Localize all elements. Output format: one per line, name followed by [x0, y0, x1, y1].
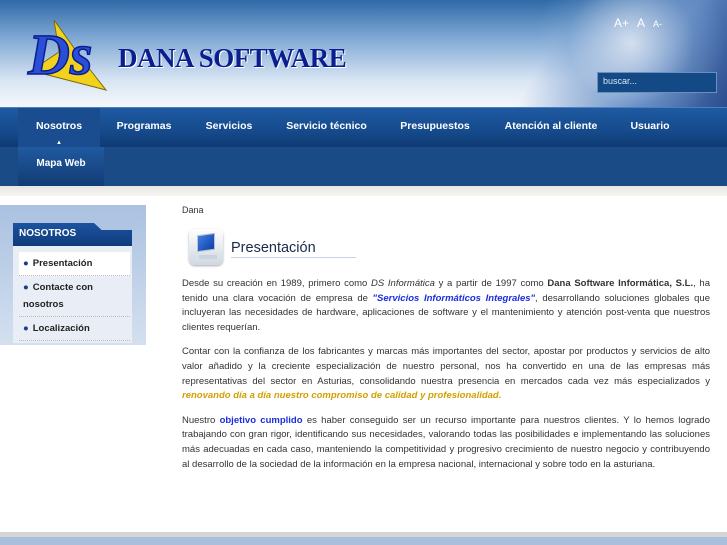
paragraph-objective: Nuestro objetivo cumplido es haber conse…: [182, 414, 710, 472]
sidebar-title: NOSOTROS: [13, 223, 132, 246]
breadcrumb[interactable]: Dana: [182, 205, 710, 215]
sidebar-item-localizacion[interactable]: ● Localización: [19, 317, 130, 341]
nav-usuario[interactable]: Usuario: [624, 108, 676, 148]
sidebar-item-label: Localización: [32, 323, 90, 334]
sidebar-menu: ● Presentación ● Contacte con nosotros ● Lo…: [13, 246, 132, 343]
sidebar-item-contacte[interactable]: ● Contacte con nosotros: [19, 276, 130, 317]
nav-servicio-tecnico[interactable]: Servicio técnico: [280, 108, 373, 148]
text-company-name: Dana Software Informática, S.L.: [547, 278, 694, 289]
brand-name: DANA SOFTWARE: [118, 43, 347, 73]
bullet-icon: ●: [23, 258, 29, 269]
nav-label: Nosotros: [35, 120, 83, 132]
increase-font-button[interactable]: A+: [614, 16, 629, 30]
svg-text:Ds: Ds: [27, 22, 92, 87]
site-header: Ds DANA SOFTWARE A+ A A- buscar...: [0, 0, 727, 107]
caret-up-icon: ▲: [56, 140, 62, 146]
nav-nosotros[interactable]: Nosotros ▲: [18, 108, 100, 148]
nav-atencion-cliente[interactable]: Atención al cliente: [498, 108, 604, 148]
font-size-controls: A+ A A-: [614, 16, 662, 30]
decrease-font-button[interactable]: A-: [653, 19, 662, 30]
reset-font-button[interactable]: A: [637, 16, 645, 30]
text-ds-informatica: DS Informática: [371, 278, 435, 289]
nav-servicios[interactable]: Servicios: [196, 108, 262, 148]
footer: [0, 532, 727, 545]
sidebar-item-label: Contacte con nosotros: [23, 282, 93, 310]
subnav-mapa-web[interactable]: Mapa Web: [18, 147, 104, 186]
dana-logo[interactable]: Ds: [24, 12, 110, 94]
nav-presupuestos[interactable]: Presupuestos: [394, 108, 476, 148]
main-content: Dana Presentación Desde su creación en 1…: [182, 205, 710, 482]
paragraph-trust: Contar con la confianza de los fabricant…: [182, 345, 710, 403]
computer-icon: [189, 229, 223, 265]
text-commitment: renovando día a día nuestro compromiso d…: [182, 390, 502, 402]
text-objetivo-cumplido: objetivo cumplido: [219, 414, 303, 426]
search-input[interactable]: buscar...: [597, 72, 717, 93]
sidebar: NOSOTROS ● Presentación ● Contacte con nos…: [0, 205, 146, 345]
text: Contar con la confianza de los fabricant…: [182, 346, 710, 387]
sub-nav: Mapa Web: [0, 147, 727, 186]
sidebar-item-label: Presentación: [32, 258, 93, 269]
divider-band: [0, 186, 727, 196]
text: Nuestro: [182, 414, 220, 426]
sidebar-item-presentacion[interactable]: ● Presentación: [19, 252, 130, 276]
text: y a partir de 1997 como: [434, 278, 548, 289]
text-servicios-integrales: "Servicios Informáticos Integrales": [372, 292, 536, 304]
bullet-icon: ●: [23, 323, 29, 334]
text: Desde su creación en 1989, primero como: [182, 278, 372, 289]
paragraph-history: Desde su creación en 1989, primero como …: [182, 277, 710, 335]
main-nav: Nosotros ▲ Programas Servicios Servicio t…: [0, 107, 727, 148]
nav-programas[interactable]: Programas: [108, 108, 180, 148]
page-title: Presentación: [231, 240, 356, 258]
page-heading: Presentación: [182, 225, 710, 277]
bullet-icon: ●: [23, 282, 29, 293]
